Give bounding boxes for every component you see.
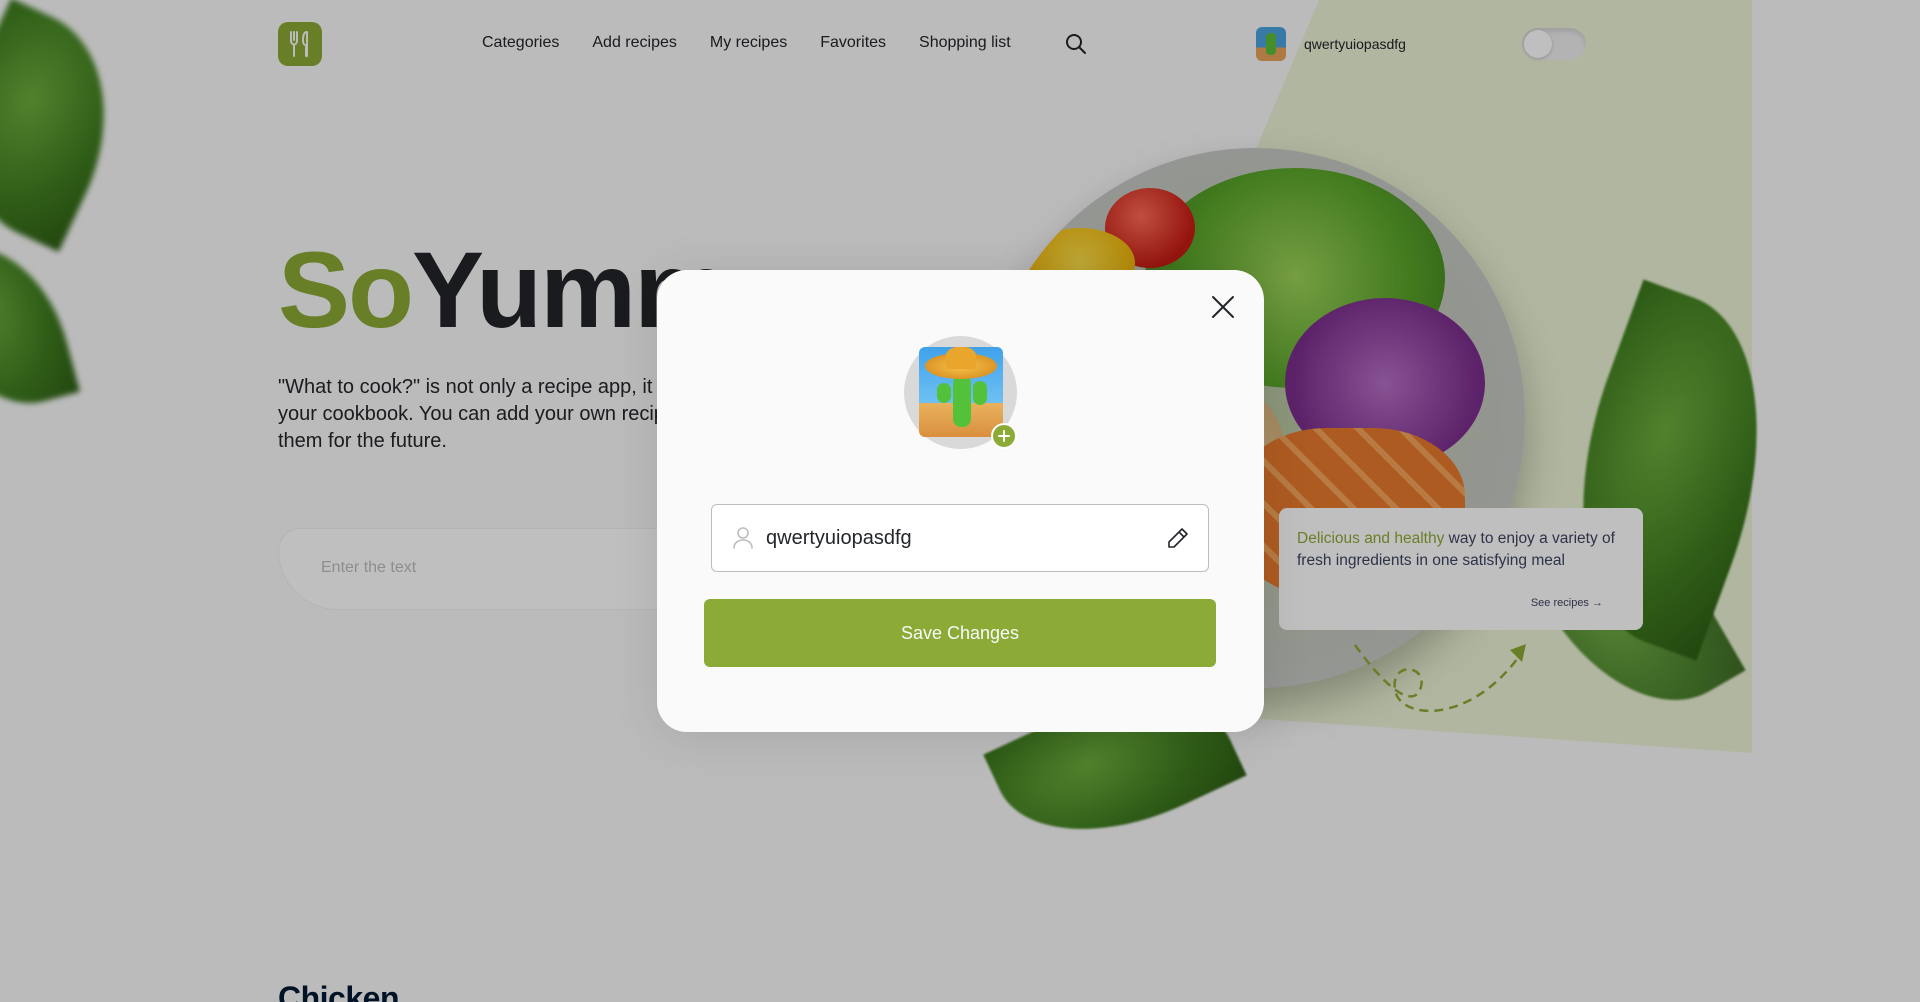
close-icon[interactable] [1210, 294, 1236, 320]
save-changes-button[interactable]: Save Changes [704, 599, 1216, 667]
name-field[interactable] [711, 504, 1209, 572]
name-input[interactable] [766, 526, 1166, 550]
page: Categories Add recipes My recipes Favori… [0, 0, 1920, 1002]
user-icon [733, 527, 753, 549]
cactus-avatar-image [919, 347, 1003, 437]
edit-profile-modal: Save Changes [657, 270, 1264, 732]
profile-avatar[interactable] [904, 336, 1017, 449]
add-photo-button[interactable] [991, 423, 1017, 449]
pencil-icon[interactable] [1166, 526, 1190, 550]
plus-icon [998, 430, 1010, 442]
